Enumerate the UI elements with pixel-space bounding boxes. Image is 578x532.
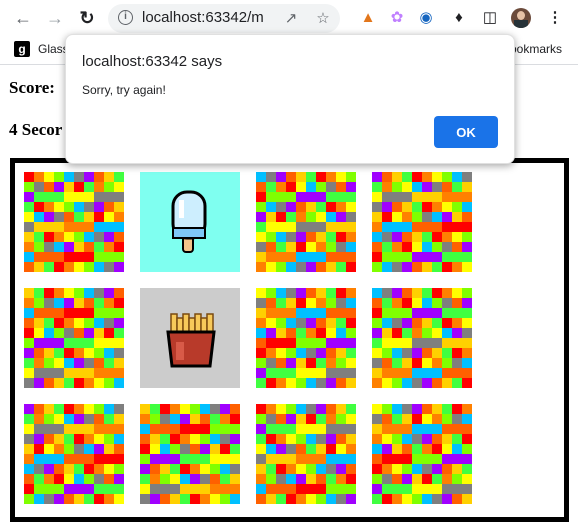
dialog-message: Sorry, try again! — [82, 83, 166, 97]
browser-toolbar: ← → ↻ i localhost:63342/m ↗ ☆ ▲ ✿ ◉ ♦ ◫ … — [0, 0, 578, 36]
ok-button[interactable]: OK — [434, 116, 498, 148]
timer-label: 4 Secor — [9, 120, 63, 139]
bookmark-favicon: g — [14, 41, 30, 57]
menu-icon[interactable]: ⋮ — [545, 8, 565, 28]
address-bar[interactable]: i localhost:63342/m ↗ ☆ — [108, 4, 340, 33]
back-icon[interactable]: ← — [12, 7, 34, 29]
ice-pop-icon — [140, 172, 240, 272]
card-back-pattern — [372, 172, 472, 272]
card-ice-pop[interactable] — [140, 172, 240, 272]
avatar[interactable] — [511, 8, 531, 28]
card-hidden[interactable] — [372, 172, 472, 272]
card-back-pattern — [372, 404, 472, 504]
card-hidden[interactable] — [140, 404, 240, 504]
url-text: localhost:63342/m — [142, 9, 264, 26]
sidepanel-icon[interactable]: ◫ — [480, 8, 500, 28]
share-icon[interactable]: ↗ — [282, 10, 300, 28]
forward-icon[interactable]: → — [44, 7, 66, 29]
card-french-fries[interactable] — [140, 288, 240, 388]
dialog-title: localhost:63342 says — [82, 53, 223, 70]
card-back-pattern — [140, 404, 240, 504]
card-hidden[interactable] — [24, 172, 124, 272]
other-bookmarks[interactable]: ookmarks — [510, 42, 562, 56]
card-hidden[interactable] — [372, 404, 472, 504]
card-back-pattern — [256, 172, 356, 272]
card-hidden[interactable] — [256, 404, 356, 504]
card-back-pattern — [256, 404, 356, 504]
extension-icon[interactable]: ✿ — [387, 8, 407, 28]
score-label: Score: — [9, 78, 55, 97]
card-hidden[interactable] — [256, 288, 356, 388]
card-hidden[interactable] — [256, 172, 356, 272]
card-back-pattern — [256, 288, 356, 388]
card-hidden[interactable] — [24, 404, 124, 504]
card-back-pattern — [24, 172, 124, 272]
reload-icon[interactable]: ↻ — [76, 7, 98, 29]
french-fries-icon — [140, 288, 240, 388]
card-back-pattern — [372, 288, 472, 388]
card-hidden[interactable] — [372, 288, 472, 388]
ie-tab-icon[interactable]: ◉ — [416, 8, 436, 28]
game-board — [10, 158, 569, 522]
card-back-pattern — [24, 404, 124, 504]
alert-dialog: localhost:63342 says Sorry, try again! O… — [65, 34, 515, 164]
metamask-icon[interactable]: ▲ — [358, 8, 378, 28]
puzzle-icon[interactable]: ♦ — [449, 8, 469, 28]
info-icon[interactable]: i — [118, 10, 133, 25]
card-back-pattern — [24, 288, 124, 388]
star-icon[interactable]: ☆ — [314, 10, 332, 28]
card-hidden[interactable] — [24, 288, 124, 388]
